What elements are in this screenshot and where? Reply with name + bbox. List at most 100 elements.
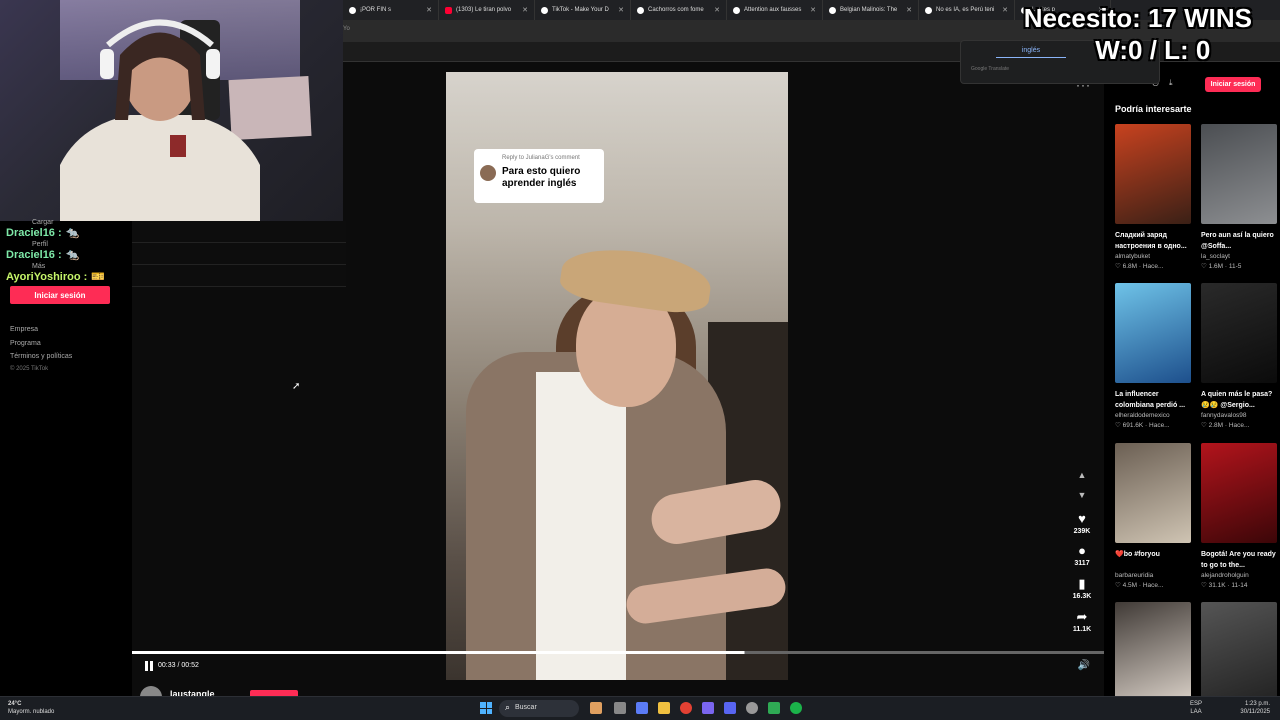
- like-icon[interactable]: ♥: [1075, 512, 1089, 526]
- browser-tab[interactable]: Attention aux fausses ✕: [727, 0, 823, 20]
- language-code: ESP: [1190, 701, 1203, 707]
- file-explorer-icon[interactable]: [658, 702, 670, 714]
- close-tab-icon[interactable]: ✕: [618, 6, 624, 14]
- video-username[interactable]: elheraldodemexico: [1115, 412, 1191, 419]
- obs-icon[interactable]: [746, 702, 758, 714]
- video-thumbnail[interactable]: [1201, 602, 1277, 702]
- browser-tab-label: (1303) Le tiran polvo: [456, 7, 512, 13]
- video-thumbnail[interactable]: [1115, 443, 1191, 543]
- sidebar-item-upload[interactable]: Cargar: [32, 219, 53, 226]
- chat-message: Draciel16 : 🐀: [6, 248, 79, 261]
- sidebar-item-more[interactable]: Más: [32, 263, 45, 270]
- footer-link-company[interactable]: Empresa: [10, 326, 38, 333]
- video-title[interactable]: A quien más le pasa? 😢😢 @Sergio...: [1201, 389, 1277, 411]
- task-view-icon[interactable]: [614, 702, 626, 714]
- video-thumbnail[interactable]: [1201, 283, 1277, 383]
- whatsapp-icon[interactable]: [768, 702, 780, 714]
- clock-date: 30/11/2025: [1240, 709, 1270, 715]
- taskbar-search[interactable]: Buscar: [499, 700, 579, 717]
- comment-icon[interactable]: ●: [1075, 544, 1089, 558]
- browser-tab-label: Belgian Malinois: The: [840, 7, 898, 13]
- video-thumbnail[interactable]: [1201, 124, 1277, 224]
- windows-start-icon[interactable]: [480, 702, 492, 714]
- video-title[interactable]: La influencer colombiana perdió ...: [1115, 389, 1191, 411]
- previous-video-icon[interactable]: ▲: [1076, 470, 1088, 480]
- reply-comment-sticker: Reply to JulianaG's comment Para esto qu…: [474, 149, 604, 203]
- browser-tab[interactable]: (1303) Le tiran polvo ✕: [439, 0, 535, 20]
- input-language[interactable]: ESP LAA: [1190, 700, 1202, 716]
- xbox-icon[interactable]: [790, 702, 802, 714]
- browser-tab[interactable]: No es IA, es Perú teni ✕: [919, 0, 1015, 20]
- weather-widget[interactable]: 24°C Mayorm. nublado: [8, 700, 54, 716]
- save-icon[interactable]: ▮: [1075, 577, 1089, 591]
- copilot-icon[interactable]: [636, 702, 648, 714]
- recommended-video-card[interactable]: [1115, 602, 1191, 702]
- volume-icon[interactable]: 🔊: [1078, 660, 1090, 671]
- footer-copyright: © 2025 TikTok: [10, 366, 49, 372]
- taskbar-app-icon[interactable]: [702, 702, 714, 714]
- close-tab-icon[interactable]: ✕: [522, 6, 528, 14]
- video-title[interactable]: Сладкий заряд настроения в одно...: [1115, 230, 1191, 252]
- streamer-webcam: [0, 0, 343, 221]
- video-username[interactable]: fannydavalos98: [1201, 412, 1277, 419]
- chat-emote-icon: 🐀: [65, 249, 80, 261]
- video-stats: ♡ 31.1K · 11-14: [1201, 582, 1248, 589]
- footer-link-terms[interactable]: Términos y políticas: [10, 353, 72, 360]
- video-thumbnail[interactable]: [1115, 602, 1191, 702]
- video-time: 00:33 / 00:52: [158, 662, 199, 669]
- next-video-icon[interactable]: ▼: [1076, 490, 1088, 500]
- browser-tab-label: Cachorros com fome: [648, 7, 704, 13]
- video-username[interactable]: almatybuket: [1115, 253, 1191, 260]
- browser-tab[interactable]: ¡POR FIN s ✕: [343, 0, 439, 20]
- close-tab-icon[interactable]: ✕: [714, 6, 720, 14]
- recommended-video-card[interactable]: Сладкий заряд настроения в одно... almaty…: [1115, 124, 1191, 270]
- commenter-avatar: [480, 165, 496, 181]
- video-title[interactable]: Pero aun así la quiero @Soffa...: [1201, 230, 1277, 252]
- video-username[interactable]: la_soclayt: [1201, 253, 1277, 260]
- browser-tab[interactable]: Cachorros com fome ✕: [631, 0, 727, 20]
- browser-tab-label: ¡POR FIN s: [360, 7, 391, 13]
- footer-link-program[interactable]: Programa: [10, 340, 41, 347]
- download-icon[interactable]: ⤓: [1169, 78, 1173, 88]
- video-username[interactable]: barbareuridia: [1115, 572, 1191, 579]
- pause-icon[interactable]: [144, 661, 154, 671]
- system-clock[interactable]: 1:23 p.m. 30/11/2025: [1240, 700, 1270, 716]
- video-title[interactable]: Bogotá! Are you ready to go to the...: [1201, 549, 1277, 571]
- recommendations-title: Podría interesarte: [1115, 104, 1192, 114]
- reply-comment-text: Para esto quiero aprender inglés: [502, 166, 581, 189]
- video-player[interactable]: Reply to JulianaG's comment Para esto qu…: [446, 72, 788, 680]
- overlay-goal-text: Necesito: 17 WINS: [1023, 3, 1252, 33]
- video-title[interactable]: ❤️bo #foryou: [1115, 549, 1191, 571]
- video-thumbnail[interactable]: [1201, 443, 1277, 543]
- close-tab-icon[interactable]: ✕: [906, 6, 912, 14]
- recommended-video-card[interactable]: Bogotá! Are you ready to go to the... ale…: [1201, 443, 1277, 589]
- chat-message: Draciel16 : 🐀: [6, 226, 79, 239]
- recommended-video-card[interactable]: La influencer colombiana perdió ... elher…: [1115, 283, 1191, 429]
- keyboard-layout: LAA: [1190, 709, 1202, 715]
- recommended-video-card[interactable]: Pero aun así la quiero @Soffa... la_socla…: [1201, 124, 1277, 270]
- video-username[interactable]: alejandroholguin: [1201, 572, 1277, 579]
- share-count: 11.1K: [1072, 626, 1092, 633]
- browser-tab[interactable]: TikTok - Make Your D ✕: [535, 0, 631, 20]
- chrome-icon[interactable]: [680, 702, 692, 714]
- video-thumbnail[interactable]: [1115, 124, 1191, 224]
- sidebar-login-button[interactable]: Iniciar sesión: [10, 286, 110, 304]
- header-login-button[interactable]: Iniciar sesión: [1205, 77, 1261, 92]
- browser-tab[interactable]: Belgian Malinois: The ✕: [823, 0, 919, 20]
- recommended-video-card[interactable]: A quien más le pasa? 😢😢 @Sergio... fannyd…: [1201, 283, 1277, 429]
- address-url[interactable]: Yo: [343, 26, 350, 32]
- tiktok-icon: [733, 6, 740, 14]
- recommended-video-card[interactable]: ❤️bo #foryou barbareuridia ♡ 4.5M · Hace..…: [1115, 443, 1191, 589]
- close-tab-icon[interactable]: ✕: [1002, 6, 1008, 14]
- stream-overlay-goal: Necesito: 17 WINS W:0 / L: 0: [1024, 2, 1252, 66]
- sidebar-item-profile[interactable]: Perfil: [32, 241, 48, 248]
- discord-icon[interactable]: [724, 702, 736, 714]
- close-tab-icon[interactable]: ✕: [426, 6, 432, 14]
- video-thumbnail[interactable]: [1115, 283, 1191, 383]
- chat-username: Draciel16 :: [6, 249, 62, 261]
- left-strip: [132, 221, 346, 287]
- recommended-video-card[interactable]: [1201, 602, 1277, 702]
- close-tab-icon[interactable]: ✕: [810, 6, 816, 14]
- taskbar-app-icon[interactable]: [590, 702, 602, 714]
- share-icon[interactable]: ➦: [1075, 610, 1089, 624]
